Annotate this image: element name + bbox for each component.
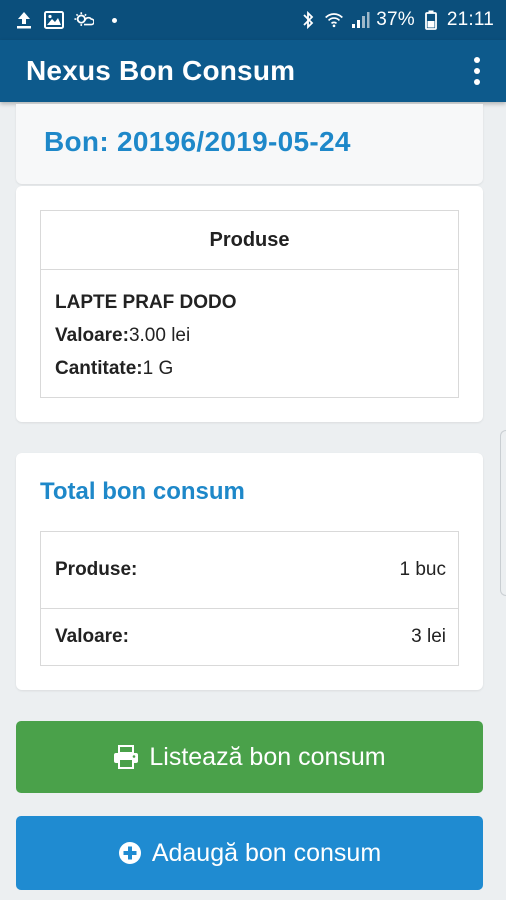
app-bar: Nexus Bon Consum [0, 40, 506, 102]
upload-icon [14, 10, 34, 30]
weather-icon [74, 10, 94, 30]
status-bar: 37% 21:11 [0, 0, 506, 40]
total-table: Produse: 1 buc Valoare: 3 lei [40, 531, 459, 666]
print-receipt-label: Listează bon consum [149, 742, 386, 771]
total-row-products: Produse: 1 buc [41, 532, 458, 608]
notification-dot-icon [112, 17, 117, 23]
total-value-label: Valoare: [55, 626, 129, 647]
total-card: Total bon consum Produse: 1 buc Valoare:… [16, 453, 483, 690]
product-value-label: Valoare: [55, 325, 129, 346]
clock: 21:11 [446, 9, 494, 30]
printer-icon [113, 745, 139, 769]
image-icon [44, 10, 64, 30]
total-products-value: 1 buc [399, 559, 446, 580]
wifi-icon [324, 10, 344, 30]
receipt-title: Bon: 20196/2019-05-24 [44, 126, 351, 157]
product-row: LAPTE PRAF DODO Valoare:3.00 lei Cantita… [41, 270, 458, 401]
side-panel-handle[interactable] [500, 430, 506, 596]
print-receipt-button[interactable]: Listează bon consum [16, 721, 483, 793]
receipt-header-card: Bon: 20196/2019-05-24 [16, 104, 483, 184]
product-value: Valoare:3.00 lei [55, 319, 444, 352]
total-products-label: Produse: [55, 559, 138, 580]
overflow-menu-icon[interactable] [468, 51, 486, 91]
products-card: Produse LAPTE PRAF DODO Valoare:3.00 lei… [16, 186, 483, 422]
battery-percent: 37% [376, 9, 415, 30]
app-title: Nexus Bon Consum [26, 55, 296, 86]
product-quantity: Cantitate:1 G [55, 352, 444, 385]
signal-icon [350, 10, 370, 30]
product-quantity-label: Cantitate: [55, 358, 143, 379]
product-quantity-amount: 1 G [142, 358, 174, 379]
add-receipt-button[interactable]: Adaugă bon consum [16, 816, 483, 890]
products-table: Produse LAPTE PRAF DODO Valoare:3.00 lei… [40, 210, 459, 398]
bluetooth-icon [298, 10, 318, 30]
product-name: LAPTE PRAF DODO [55, 292, 237, 313]
total-title: Total bon consum [40, 478, 245, 505]
products-table-header: Produse [41, 211, 458, 270]
plus-circle-icon [118, 841, 142, 865]
battery-icon [421, 10, 441, 30]
add-receipt-label: Adaugă bon consum [151, 838, 382, 867]
total-value-amount: 3 lei [411, 626, 446, 647]
product-value-amount: 3.00 lei [128, 325, 191, 346]
total-row-value: Valoare: 3 lei [41, 608, 458, 665]
